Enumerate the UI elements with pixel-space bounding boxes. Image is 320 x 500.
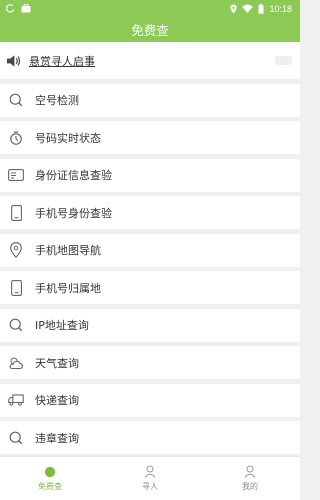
page-title: 免费查: [0, 17, 300, 42]
list-item[interactable]: 违章查询: [0, 421, 300, 454]
tab-label: 免费查: [38, 481, 62, 491]
list-item[interactable]: IP地址查询: [0, 308, 300, 342]
list-item-label: 手机号身份查验: [35, 206, 112, 220]
reward-notice-banner[interactable]: 悬赏寻人启事: [0, 42, 300, 79]
bottom-nav: 免费查 寻人 我的: [0, 456, 300, 500]
user-icon: [244, 465, 256, 478]
search-icon: [8, 317, 24, 333]
tab-free-check[interactable]: 免费查: [0, 457, 100, 500]
list-item[interactable]: 身份证信息查验: [0, 158, 300, 192]
notice-text[interactable]: 悬赏寻人启事: [29, 53, 275, 69]
phone-icon: [8, 279, 24, 296]
search-icon: [8, 92, 24, 108]
phone-icon: [8, 204, 24, 221]
tab-profile[interactable]: 我的: [200, 457, 300, 500]
circle-notification-icon: [6, 4, 15, 13]
notice-badge: [275, 56, 292, 65]
status-time: 10:18: [269, 3, 292, 14]
list-item-label: 空号检测: [35, 94, 79, 107]
tab-label: 我的: [242, 482, 258, 491]
list-item-label: 号码实时状态: [35, 131, 101, 145]
location-icon: [230, 4, 238, 13]
weather-icon: [8, 355, 24, 371]
briefcase-icon: [21, 4, 31, 13]
list-item-label: 手机号归属地: [35, 281, 101, 295]
list-item-label: IP地址查询: [35, 319, 89, 332]
wifi-icon: [242, 4, 254, 13]
person-icon: [144, 465, 156, 478]
list-item[interactable]: 号码实时状态: [0, 121, 300, 154]
list-item[interactable]: 快递查询: [0, 383, 300, 417]
list-item[interactable]: 手机地图导航: [0, 233, 300, 267]
list-item-label: 手机地图导航: [35, 244, 101, 257]
truck-icon: [8, 392, 24, 408]
stopwatch-icon: [8, 130, 24, 146]
home-dot-icon: [44, 466, 56, 477]
list-item-label: 天气查询: [35, 356, 79, 370]
tab-label: 寻人: [142, 482, 158, 491]
status-bar: 10:18: [0, 0, 300, 17]
tab-find-person[interactable]: 寻人: [100, 457, 200, 500]
list-item-label: 快递查询: [35, 394, 79, 407]
map-pin-icon: [8, 242, 24, 258]
list-item[interactable]: 空号检测: [0, 83, 300, 117]
service-list: 悬赏寻人启事 空号检测 号码实时状态 身份证信息查验 手机号身份查验 手机地图导…: [0, 42, 300, 454]
id-card-icon: [8, 167, 24, 183]
speaker-icon: [6, 54, 21, 67]
search-icon: [8, 430, 24, 446]
list-item[interactable]: 手机号身份查验: [0, 196, 300, 229]
battery-icon: [258, 3, 264, 14]
list-item[interactable]: 天气查询: [0, 346, 300, 379]
list-item-label: 身份证信息查验: [35, 169, 112, 182]
list-item[interactable]: 手机号归属地: [0, 271, 300, 304]
list-item-label: 违章查询: [35, 431, 79, 445]
